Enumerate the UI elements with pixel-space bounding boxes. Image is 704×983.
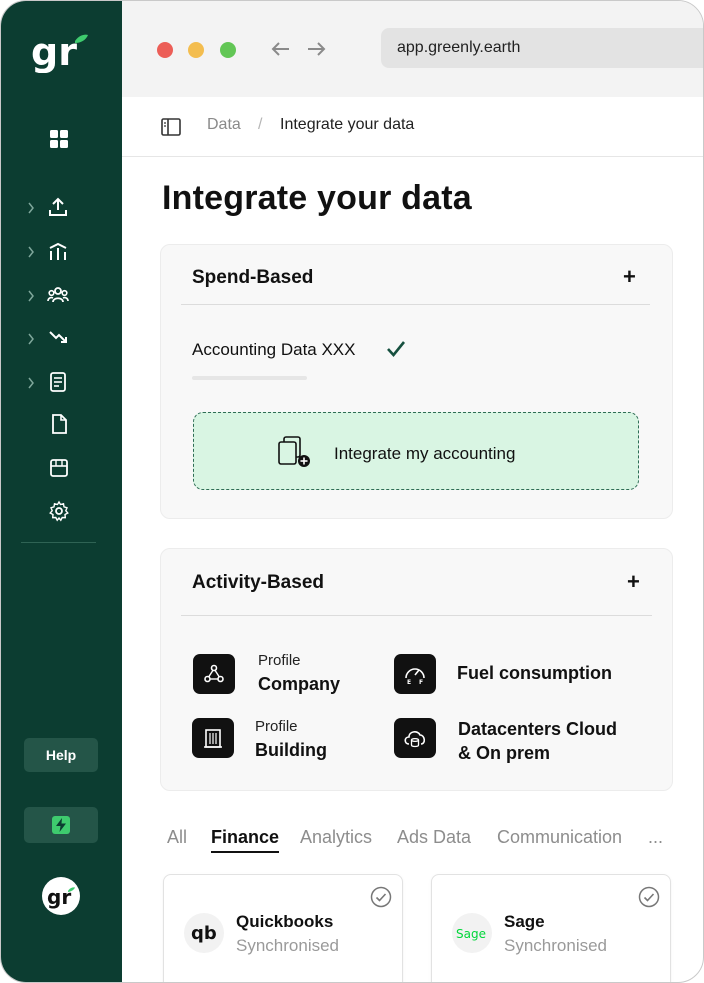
tab-communication[interactable]: Communication xyxy=(497,827,622,848)
spend-based-add-button[interactable]: + xyxy=(623,264,636,290)
integrate-accounting-label: Integrate my accounting xyxy=(334,444,516,463)
sidebar-toggle-icon[interactable] xyxy=(160,117,182,137)
divider xyxy=(181,304,650,305)
fuel-gauge-icon[interactable]: EF xyxy=(394,654,436,694)
bolt-icon xyxy=(52,816,70,834)
sync-progress-bar xyxy=(192,376,307,380)
chevron-right-icon[interactable] xyxy=(27,289,35,302)
tab-more[interactable]: ... xyxy=(648,827,663,848)
store-icon[interactable] xyxy=(48,457,70,479)
tab-all[interactable]: All xyxy=(167,827,187,848)
integration-status: Synchronised xyxy=(236,936,340,955)
chevron-right-icon[interactable] xyxy=(27,245,35,258)
network-icon[interactable] xyxy=(193,654,235,694)
trend-down-icon[interactable] xyxy=(47,327,69,349)
svg-text:E: E xyxy=(407,679,411,685)
svg-text:gr: gr xyxy=(31,30,77,73)
building-profile-caption: Profile xyxy=(255,718,298,735)
breadcrumb-current: Integrate your data xyxy=(280,116,415,133)
svg-text:qb: qb xyxy=(191,923,217,944)
integration-status: Synchronised xyxy=(504,936,608,955)
avatar[interactable]: gr xyxy=(42,877,80,915)
divider xyxy=(181,615,652,616)
building-profile-label[interactable]: Building xyxy=(255,738,327,762)
activity-based-add-button[interactable]: + xyxy=(627,569,640,595)
company-profile-label[interactable]: Company xyxy=(258,672,340,696)
page-title: Integrate your data xyxy=(162,179,472,217)
sidebar-divider xyxy=(21,542,96,543)
check-circle-icon xyxy=(370,886,392,908)
chevron-right-icon[interactable] xyxy=(27,201,35,214)
check-circle-icon xyxy=(638,886,660,908)
help-button[interactable]: Help xyxy=(24,738,98,772)
quickbooks-logo: qb xyxy=(184,913,224,953)
integrate-accounting-button[interactable]: Integrate my accounting xyxy=(193,412,639,490)
gear-icon[interactable] xyxy=(48,500,70,522)
app-frame: gr Help gr app.greenly.earth Data / Inte… xyxy=(0,0,704,983)
cloud-database-icon[interactable] xyxy=(394,718,436,758)
company-profile-caption: Profile xyxy=(258,652,301,669)
tab-finance[interactable]: Finance xyxy=(211,827,280,853)
forward-arrow-icon[interactable] xyxy=(305,39,327,59)
tab-ads-data[interactable]: Ads Data xyxy=(397,827,471,848)
team-icon[interactable] xyxy=(47,284,69,306)
browser-toolbar: app.greenly.earth xyxy=(122,1,703,97)
chart-bars-icon[interactable] xyxy=(47,240,69,262)
accounting-data-label: Accounting Data XXX xyxy=(192,340,356,359)
close-window-button[interactable] xyxy=(157,42,173,58)
upgrade-button[interactable] xyxy=(24,807,98,843)
minimize-window-button[interactable] xyxy=(188,42,204,58)
breadcrumb: Data / Integrate your data xyxy=(122,97,703,157)
svg-text:F: F xyxy=(419,679,423,685)
quickbooks-card[interactable]: qb Quickbooks Synchronised xyxy=(163,874,403,982)
greenly-logo[interactable]: gr xyxy=(31,29,91,74)
back-arrow-icon[interactable] xyxy=(270,39,292,59)
svg-text:gr: gr xyxy=(47,885,71,909)
address-bar[interactable]: app.greenly.earth xyxy=(381,28,703,68)
datacenters-label[interactable]: Datacenters Cloud xyxy=(458,717,617,741)
spend-based-title: Spend-Based xyxy=(192,267,314,288)
checkmark-icon xyxy=(386,339,406,359)
breadcrumb-separator: / xyxy=(258,116,263,133)
integration-name: Quickbooks xyxy=(236,912,334,931)
svg-text:Sage: Sage xyxy=(456,927,486,941)
document-icon[interactable] xyxy=(48,413,70,435)
sidebar: gr Help gr xyxy=(1,1,122,982)
maximize-window-button[interactable] xyxy=(220,42,236,58)
activity-based-title: Activity-Based xyxy=(192,572,324,593)
sage-card[interactable]: Sage Sage Synchronised xyxy=(431,874,671,982)
breadcrumb-parent-link[interactable]: Data xyxy=(207,116,241,134)
integration-name: Sage xyxy=(504,912,545,931)
chevron-right-icon[interactable] xyxy=(27,376,35,389)
upload-icon[interactable] xyxy=(47,196,69,218)
tab-analytics[interactable]: Analytics xyxy=(300,827,372,848)
chevron-right-icon[interactable] xyxy=(27,332,35,345)
fuel-consumption-label[interactable]: Fuel consumption xyxy=(457,661,612,685)
dashboard-grid-icon[interactable] xyxy=(48,128,70,150)
sage-logo: Sage xyxy=(452,913,492,953)
add-file-icon xyxy=(278,435,314,469)
datacenters-label-line2: & On prem xyxy=(458,743,551,763)
building-icon[interactable] xyxy=(192,718,234,758)
report-icon[interactable] xyxy=(47,371,69,393)
